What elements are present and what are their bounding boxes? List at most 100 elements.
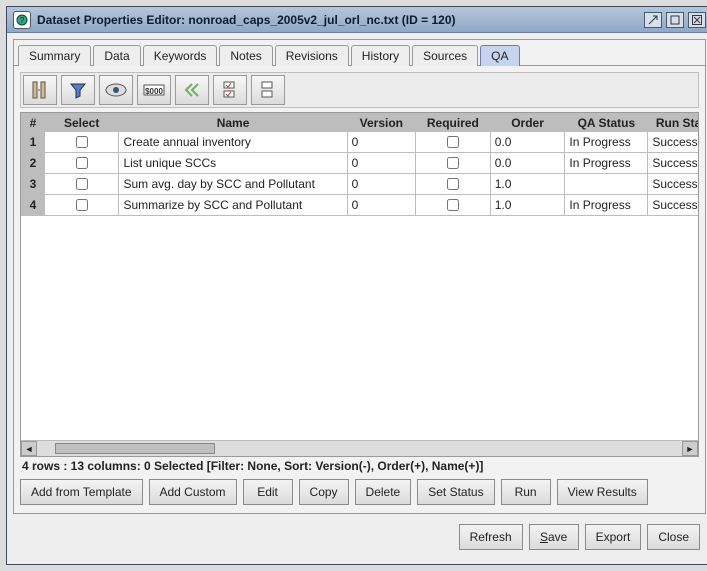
required-checkbox[interactable] [447, 136, 459, 148]
add-from-template-button[interactable]: Add from Template [20, 479, 143, 505]
tab-label: Revisions [286, 49, 338, 63]
svg-text:?: ? [20, 16, 25, 25]
scroll-thumb[interactable] [55, 443, 215, 454]
add-custom-button[interactable]: Add Custom [149, 479, 237, 505]
tab-notes[interactable]: Notes [219, 45, 272, 66]
tab-history[interactable]: History [351, 45, 410, 66]
select-checkbox[interactable] [76, 178, 88, 190]
tab-label: Data [104, 49, 129, 63]
dataset-properties-window: ? Dataset Properties Editor: nonroad_cap… [6, 6, 707, 565]
required-checkbox[interactable] [447, 199, 459, 211]
tab-label: History [362, 49, 399, 63]
horizontal-scrollbar[interactable]: ◄ ► [21, 440, 698, 456]
select-cell[interactable] [44, 132, 119, 153]
select-cell[interactable] [44, 174, 119, 195]
col-row-num[interactable]: # [22, 114, 45, 132]
version-cell: 0 [347, 174, 415, 195]
tabstrip: Summary Data Keywords Notes Revisions Hi… [14, 40, 705, 65]
qa-button-row: Add from Template Add Custom Edit Copy D… [20, 475, 699, 507]
table-row[interactable]: 4Summarize by SCC and Pollutant01.0In Pr… [22, 195, 699, 216]
export-button[interactable]: Export [585, 524, 642, 550]
select-cell[interactable] [44, 153, 119, 174]
uncheck-icon[interactable] [251, 75, 285, 105]
version-cell: 0 [347, 153, 415, 174]
version-cell: 0 [347, 132, 415, 153]
select-checkbox[interactable] [76, 199, 88, 211]
checklist-icon[interactable] [213, 75, 247, 105]
col-run-status[interactable]: Run Statu [648, 114, 698, 132]
titlebar: ? Dataset Properties Editor: nonroad_cap… [7, 7, 707, 33]
first-page-icon[interactable] [175, 75, 209, 105]
set-status-button[interactable]: Set Status [417, 479, 494, 505]
app-icon: ? [13, 11, 31, 29]
qa-status-cell: In Progress [565, 153, 648, 174]
tab-summary[interactable]: Summary [18, 45, 91, 66]
name-cell: List unique SCCs [119, 153, 347, 174]
required-checkbox[interactable] [447, 157, 459, 169]
tab-revisions[interactable]: Revisions [275, 45, 349, 66]
close-window-button[interactable]: Close [647, 524, 700, 550]
tab-qa[interactable]: QA [480, 45, 519, 66]
required-cell[interactable] [416, 153, 491, 174]
maximize-button[interactable] [666, 12, 684, 28]
columns-icon[interactable] [23, 75, 57, 105]
select-checkbox[interactable] [76, 136, 88, 148]
tab-label: Notes [230, 49, 261, 63]
tab-data[interactable]: Data [93, 45, 140, 66]
table-row[interactable]: 3Sum avg. day by SCC and Pollutant01.0Su… [22, 174, 699, 195]
col-select[interactable]: Select [44, 114, 119, 132]
run-status-cell: Success [648, 132, 698, 153]
refresh-button[interactable]: Refresh [459, 524, 523, 550]
qa-status-cell: In Progress [565, 132, 648, 153]
select-checkbox[interactable] [76, 157, 88, 169]
tab-label: QA [491, 49, 508, 63]
qa-toolbar: $000 [20, 72, 699, 108]
col-required[interactable]: Required [416, 114, 491, 132]
footer: Refresh Save Export Close [13, 514, 706, 558]
view-results-button[interactable]: View Results [557, 479, 648, 505]
window-buttons [644, 12, 706, 28]
select-cell[interactable] [44, 195, 119, 216]
scroll-right-icon[interactable]: ► [682, 441, 698, 456]
grid-scroll[interactable]: # Select Name Version Required Order QA … [21, 113, 698, 440]
tab-keywords[interactable]: Keywords [143, 45, 218, 66]
required-cell[interactable] [416, 132, 491, 153]
required-cell[interactable] [416, 174, 491, 195]
qa-status-cell: In Progress [565, 195, 648, 216]
content-area: Summary Data Keywords Notes Revisions Hi… [7, 33, 707, 564]
detach-button[interactable] [644, 12, 662, 28]
edit-button[interactable]: Edit [243, 479, 293, 505]
col-version[interactable]: Version [347, 114, 415, 132]
run-button[interactable]: Run [501, 479, 551, 505]
close-button[interactable] [688, 12, 706, 28]
btn-label-rest: ave [548, 530, 567, 544]
run-status-cell: Success [648, 153, 698, 174]
order-cell: 0.0 [490, 132, 565, 153]
col-name[interactable]: Name [119, 114, 347, 132]
run-status-cell: Success [648, 195, 698, 216]
required-checkbox[interactable] [447, 178, 459, 190]
save-button[interactable]: Save [529, 524, 579, 550]
run-status-cell: Success [648, 174, 698, 195]
copy-button[interactable]: Copy [299, 479, 349, 505]
tab-label: Sources [423, 49, 467, 63]
eye-icon[interactable] [99, 75, 133, 105]
scroll-left-icon[interactable]: ◄ [21, 441, 37, 456]
tab-panel: Summary Data Keywords Notes Revisions Hi… [13, 39, 706, 514]
format-icon[interactable]: $000 [137, 75, 171, 105]
delete-button[interactable]: Delete [355, 479, 412, 505]
col-qa-status[interactable]: QA Status [565, 114, 648, 132]
order-cell: 0.0 [490, 153, 565, 174]
row-number: 3 [22, 174, 45, 195]
footer-button-row: Refresh Save Export Close [19, 520, 700, 552]
svg-text:$000: $000 [145, 87, 163, 96]
table-row[interactable]: 2List unique SCCs00.0In ProgressSuccess [22, 153, 699, 174]
col-order[interactable]: Order [490, 114, 565, 132]
name-cell: Create annual inventory [119, 132, 347, 153]
table-row[interactable]: 1Create annual inventory00.0In ProgressS… [22, 132, 699, 153]
tab-sources[interactable]: Sources [412, 45, 478, 66]
required-cell[interactable] [416, 195, 491, 216]
scroll-track[interactable] [37, 441, 682, 456]
version-cell: 0 [347, 195, 415, 216]
filter-icon[interactable] [61, 75, 95, 105]
